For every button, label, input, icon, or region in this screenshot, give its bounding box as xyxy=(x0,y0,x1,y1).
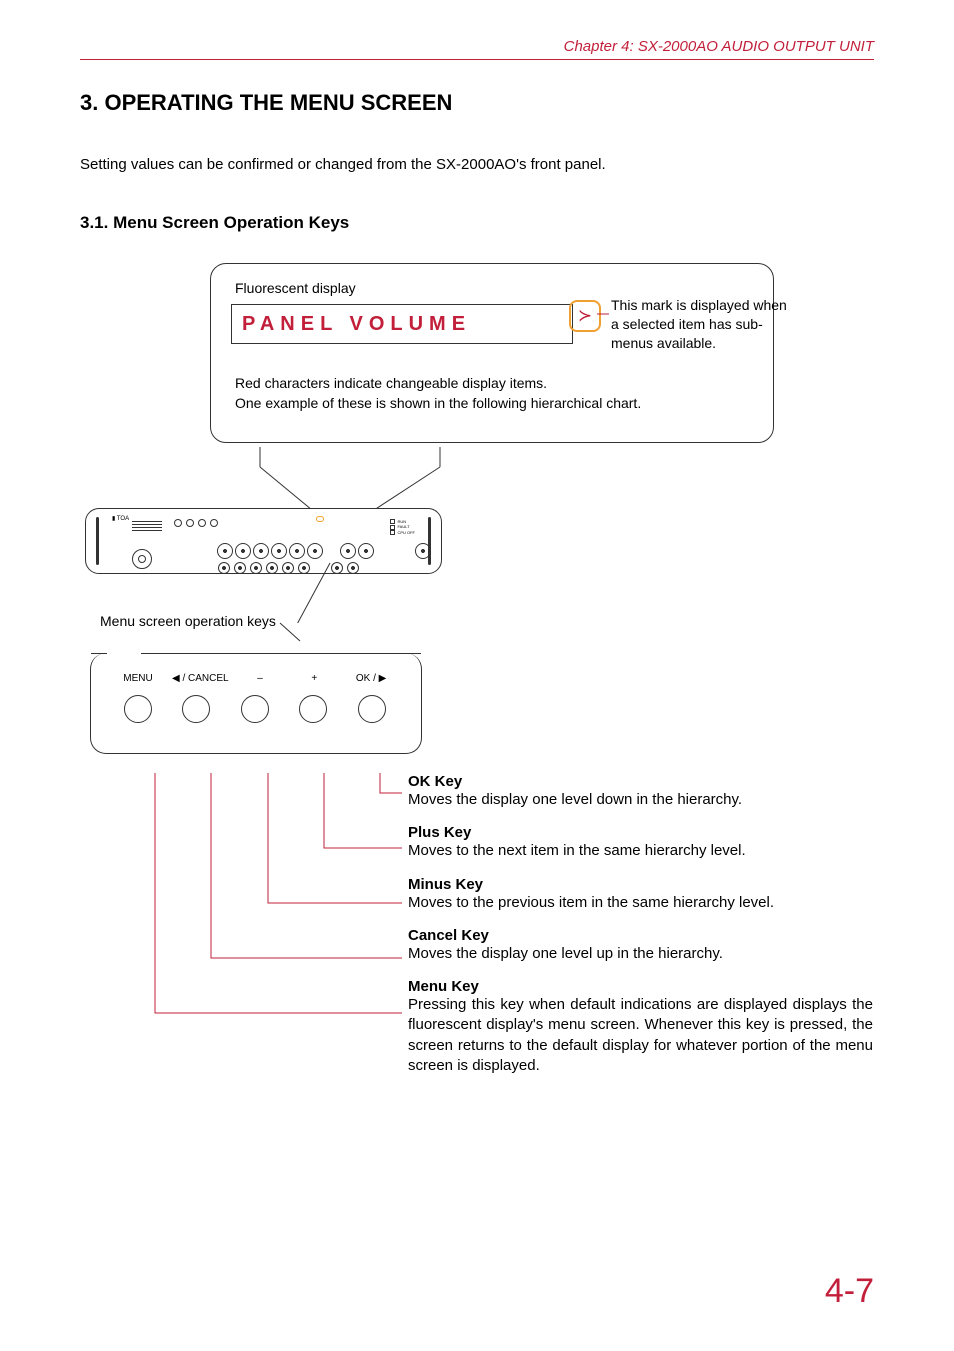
menu-keys-panel: Menu screen operation keys MENU ◀ / CANC… xyxy=(80,613,874,773)
header-rule xyxy=(80,59,874,60)
minus-key-button xyxy=(241,695,269,723)
menu-key-button xyxy=(124,695,152,723)
key-label-plus: + xyxy=(287,673,341,684)
menu-key-body: Pressing this key when default indicatio… xyxy=(408,995,873,1076)
subsection-title: 3.1. Menu Screen Operation Keys xyxy=(80,213,874,233)
vfd-text: PANEL VOLUME xyxy=(242,313,471,336)
cancel-key-title: Cancel Key xyxy=(408,927,874,944)
key-label-menu: MENU xyxy=(111,673,165,684)
plus-key-title: Plus Key xyxy=(408,824,874,841)
ok-key-button xyxy=(358,695,386,723)
cancel-key-button xyxy=(182,695,210,723)
plus-key-button xyxy=(299,695,327,723)
chapter-header: Chapter 4: SX-2000AO AUDIO OUTPUT UNIT xyxy=(80,38,874,55)
submenu-note: This mark is displayed when a selected i… xyxy=(611,296,791,353)
vfd-display: PANEL VOLUME xyxy=(231,304,573,344)
intro-paragraph: Setting values can be confirmed or chang… xyxy=(80,156,874,173)
key-label-cancel: ◀ / CANCEL xyxy=(168,673,233,684)
red-note-line-2: One example of these is shown in the fol… xyxy=(235,394,753,414)
device-front-panel: ▮ TOA RUNFAULTCPU OFF xyxy=(85,463,874,573)
ok-key-body: Moves the display one level down in the … xyxy=(408,790,874,810)
fluorescent-callout: Fluorescent display PANEL VOLUME ≻ This … xyxy=(210,263,874,463)
cancel-key-body: Moves the display one level up in the hi… xyxy=(408,944,874,964)
submenu-mark-icon: ≻ xyxy=(569,300,601,332)
red-note-line-1: Red characters indicate changeable displ… xyxy=(235,374,753,394)
page-number: 4-7 xyxy=(825,1272,874,1311)
menu-keys-label: Menu screen operation keys xyxy=(100,613,276,629)
key-descriptions: OK Key Moves the display one level down … xyxy=(80,773,874,1076)
key-label-ok: OK / ▶ xyxy=(344,673,398,684)
key-label-minus: – xyxy=(236,673,285,684)
plus-key-body: Moves to the next item in the same hiera… xyxy=(408,841,874,861)
ok-key-title: OK Key xyxy=(408,773,874,790)
fluorescent-display-label: Fluorescent display xyxy=(235,280,753,296)
section-title: 3. OPERATING THE MENU SCREEN xyxy=(80,90,874,116)
menu-key-title: Menu Key xyxy=(408,978,874,995)
minus-key-body: Moves to the previous item in the same h… xyxy=(408,893,874,913)
minus-key-title: Minus Key xyxy=(408,876,874,893)
vfd-highlight xyxy=(316,516,324,522)
